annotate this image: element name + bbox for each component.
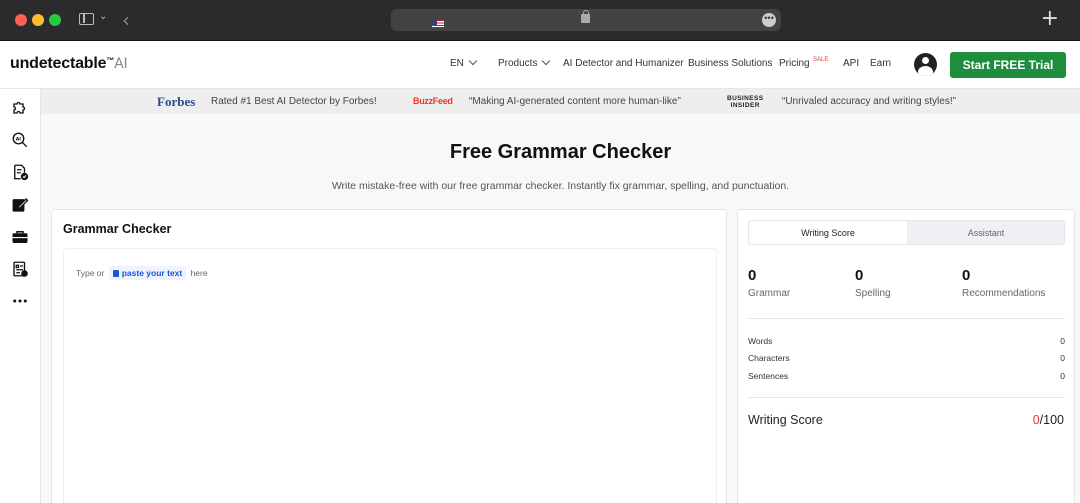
metric-recommendations-label: Recommendations	[962, 288, 1046, 299]
bi-logo-line1: BUSINESS	[727, 95, 764, 102]
chevron-down-icon	[468, 56, 478, 66]
stat-sentences-value: 0	[1060, 371, 1065, 381]
metric-recommendations: 0 Recommendations	[962, 267, 1045, 299]
text-editor[interactable]: Type or paste your text here	[63, 248, 717, 503]
lock-icon	[581, 10, 590, 23]
minimize-window-button[interactable]	[32, 14, 44, 26]
report-icon[interactable]	[11, 260, 29, 278]
buzzfeed-quote: “Making AI-generated content more human-…	[469, 96, 681, 107]
metric-spelling: 0 Spelling	[855, 267, 891, 299]
stat-characters-value: 0	[1060, 353, 1065, 363]
sale-badge: SALE	[813, 57, 829, 63]
language-label: EN	[450, 58, 464, 69]
editor-placeholder: Type or paste your text here	[76, 266, 208, 280]
stat-sentences-label: Sentences	[748, 371, 789, 381]
hint-prefix: Type or	[76, 268, 105, 278]
briefcase-icon[interactable]	[11, 228, 29, 246]
logo-ai-text: AI	[114, 56, 128, 72]
chevron-left-icon[interactable]: ‹	[122, 8, 130, 32]
page-title: Free Grammar Checker	[449, 141, 672, 163]
logo-trademark: ™	[106, 56, 115, 65]
forbes-quote: Rated #1 Best AI Detector by Forbes!	[211, 96, 377, 107]
buzzfeed-logo: BuzzFeed	[413, 96, 453, 106]
metric-grammar: 0 Grammar	[748, 267, 790, 299]
new-tab-button[interactable]: +	[1041, 6, 1059, 31]
site-logo[interactable]: undetectable™AI	[10, 55, 128, 73]
business-insider-quote: “Unrivaled accuracy and writing styles!”	[782, 96, 956, 107]
divider	[748, 318, 1065, 319]
hint-suffix: here	[190, 268, 208, 278]
paste-text-label: paste your text	[121, 268, 183, 278]
stat-words-label: Words	[748, 336, 773, 346]
writing-score-max: /100	[1039, 413, 1064, 427]
chevron-down-icon[interactable]: ⌄	[99, 11, 107, 22]
metric-spelling-label: Spelling	[855, 288, 891, 299]
edit-icon[interactable]	[11, 196, 29, 214]
metric-spelling-value: 0	[855, 267, 864, 284]
start-free-trial-button[interactable]: Start FREE Trial	[950, 52, 1066, 78]
nav-pricing[interactable]: Pricing	[779, 58, 810, 69]
language-selector[interactable]: EN	[450, 56, 478, 69]
page-subtitle: Write mistake-free with our free grammar…	[331, 180, 790, 192]
browser-toolbar: ⌄ ‹ ••• +	[0, 0, 1080, 41]
maximize-window-button[interactable]	[49, 14, 61, 26]
nav-business-solutions[interactable]: Business Solutions	[688, 58, 773, 69]
stat-sentences: Sentences 0	[748, 371, 1065, 381]
nav-earn[interactable]: Earn	[870, 58, 891, 69]
nav-api[interactable]: API	[843, 58, 859, 69]
paste-text-button[interactable]: paste your text	[108, 266, 187, 280]
chevron-down-icon	[542, 56, 551, 66]
logo-text: undetectable	[10, 55, 107, 72]
document-check-icon[interactable]	[11, 163, 29, 181]
grammar-checker-card: Grammar Checker Type or paste your text …	[51, 209, 727, 503]
writing-score-label: Writing Score	[748, 413, 823, 427]
forbes-logo: Forbes	[157, 94, 196, 109]
nav-products[interactable]: Products	[498, 56, 551, 69]
stat-words: Words 0	[748, 336, 1065, 346]
writing-score-value: 0/100	[1033, 413, 1064, 427]
puzzle-icon[interactable]	[11, 98, 29, 116]
nav-products-label: Products	[498, 58, 538, 69]
svg-text:AI: AI	[16, 136, 21, 142]
nav-ai-detector[interactable]: AI Detector and Humanizer	[563, 58, 684, 69]
metric-recommendations-value: 0	[962, 267, 971, 284]
business-insider-logo: BUSINESS INSIDER	[727, 95, 763, 109]
address-bar[interactable]: •••	[391, 9, 781, 31]
us-flag-icon[interactable]	[432, 20, 444, 28]
press-banner: Forbes Rated #1 Best AI Detector by Forb…	[41, 89, 1080, 114]
score-tabs: Writing Score Assistant	[748, 220, 1065, 245]
more-icon[interactable]	[11, 292, 29, 310]
ai-search-icon[interactable]: AI	[11, 131, 29, 149]
stat-characters: Characters 0	[748, 353, 1065, 363]
user-avatar-icon[interactable]	[914, 53, 937, 76]
writing-score-panel: Writing Score Assistant 0 Grammar 0 Spel…	[737, 209, 1075, 503]
more-options-icon[interactable]: •••	[762, 13, 776, 27]
tool-sidebar: AI	[0, 89, 41, 503]
sidebar-toggle-icon[interactable]	[79, 13, 94, 25]
metric-grammar-label: Grammar	[748, 288, 791, 299]
stat-characters-label: Characters	[748, 353, 790, 363]
stat-words-value: 0	[1060, 336, 1065, 346]
bi-logo-line2: INSIDER	[730, 102, 760, 109]
grammar-checker-title: Grammar Checker	[63, 222, 172, 236]
tab-assistant[interactable]: Assistant	[907, 221, 1065, 244]
divider	[748, 397, 1065, 398]
tab-writing-score[interactable]: Writing Score	[749, 221, 907, 244]
metric-grammar-value: 0	[748, 267, 757, 284]
clipboard-icon	[112, 270, 119, 277]
writing-score-current: 0	[1032, 413, 1040, 427]
close-window-button[interactable]	[15, 14, 27, 26]
